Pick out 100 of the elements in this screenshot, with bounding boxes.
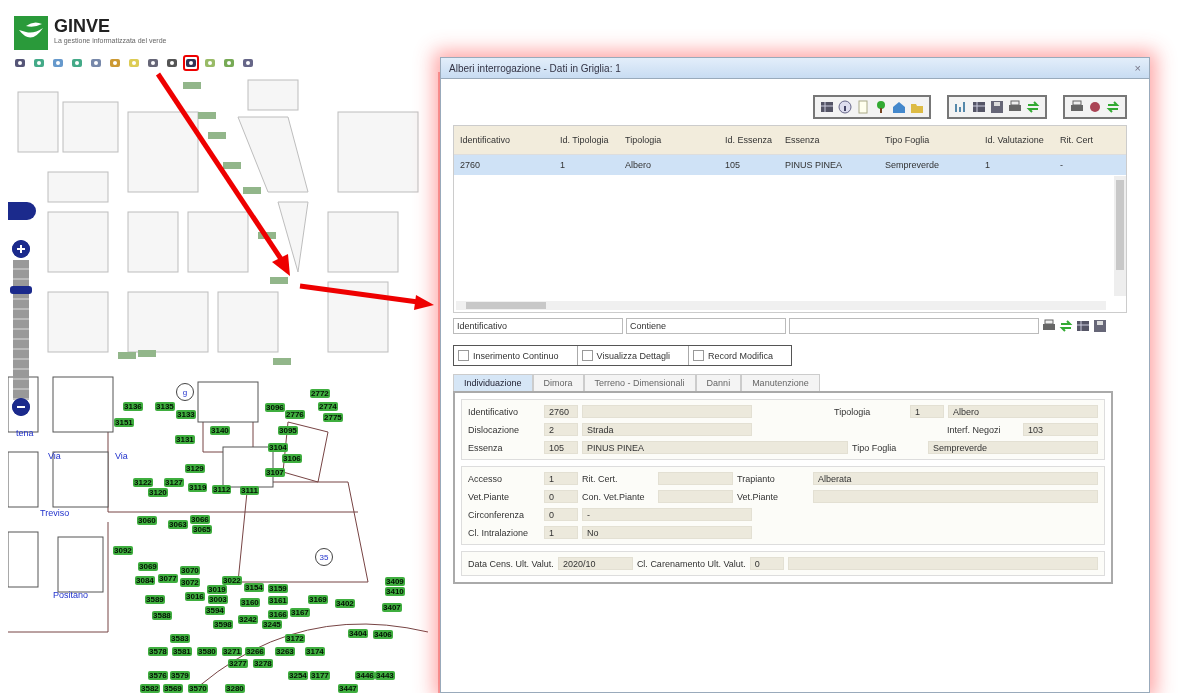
print-icon[interactable] [1070,100,1084,114]
tree-label[interactable]: 3570 [188,684,208,693]
tree-label[interactable]: 3581 [172,647,192,656]
tree-label[interactable]: 3278 [253,659,273,668]
tree-label[interactable]: 3406 [373,630,393,639]
tree-label[interactable]: 3245 [262,620,282,629]
form-field[interactable]: 2760 [544,405,578,418]
tree-label[interactable]: 3069 [138,562,158,571]
form-field[interactable]: 0 [544,508,578,521]
tree-label[interactable]: 3154 [244,583,264,592]
form-field[interactable]: 1 [910,405,944,418]
tree-label[interactable]: 3172 [285,634,305,643]
tree-label[interactable]: 3159 [268,584,288,593]
swap-icon[interactable] [1026,100,1040,114]
column-header[interactable]: Id. Tipologia [558,135,623,145]
tree-label[interactable]: 3174 [305,647,325,656]
tree-label[interactable]: 3133 [176,410,196,419]
filter-field-select[interactable]: Identificativo [453,318,623,334]
tree-label[interactable]: 3588 [152,611,172,620]
tree-label[interactable]: 3580 [197,647,217,656]
tree-label[interactable]: 2775 [323,413,343,422]
form-field[interactable]: 1 [544,526,578,539]
column-header[interactable]: Essenza [783,135,883,145]
tree-label[interactable]: 3127 [164,478,184,487]
form-field[interactable]: No [582,526,752,539]
tree-label[interactable]: 3019 [207,585,227,594]
table-icon[interactable] [1076,319,1090,333]
table-icon[interactable] [820,100,834,114]
tree-label[interactable]: 2776 [285,410,305,419]
form-field[interactable]: Albero [948,405,1098,418]
tree-label[interactable]: 3409 [385,577,405,586]
tree-label[interactable]: 3016 [185,592,205,601]
tree-label[interactable]: 3119 [188,483,208,492]
checkbox[interactable] [458,350,469,361]
column-header[interactable]: Tipo Foglia [883,135,983,145]
tree-label[interactable]: 3151 [114,418,134,427]
tree-label[interactable]: 3404 [348,629,368,638]
tree-label[interactable]: 3140 [210,426,230,435]
scrollbar[interactable] [456,301,1106,310]
tree-label[interactable]: 3122 [133,478,153,487]
tree-label[interactable]: 3107 [265,468,285,477]
table-icon[interactable] [972,100,986,114]
tree-label[interactable]: 3066 [190,515,210,524]
save-icon[interactable] [990,100,1004,114]
tree-label[interactable]: 3598 [213,620,233,629]
tree-label[interactable]: 3063 [168,520,188,529]
zoom-in-icon[interactable] [12,240,30,258]
tree-label[interactable]: 3136 [123,402,143,411]
zoom-slider[interactable] [13,260,29,400]
form-field[interactable] [658,490,733,503]
tree-label[interactable]: 3129 [185,464,205,473]
tree-label[interactable]: 3254 [288,671,308,680]
tab[interactable]: Terreno - Dimensionali [583,374,696,391]
filter-input[interactable] [789,318,1039,334]
circle-icon[interactable] [1088,100,1102,114]
form-field[interactable]: 2020/10 [557,557,633,570]
tree-label[interactable]: 3131 [175,435,195,444]
tree-label[interactable]: 3266 [245,647,265,656]
tree-label[interactable]: 3410 [385,587,405,596]
tree-label[interactable]: 3135 [155,402,175,411]
tree-label[interactable]: 3111 [240,486,259,495]
tree-label[interactable]: 3095 [278,426,298,435]
house-icon[interactable] [892,100,906,114]
info-icon[interactable] [838,100,852,114]
tree-label[interactable]: 3070 [180,566,200,575]
tree-label[interactable]: 3578 [148,647,168,656]
form-field[interactable] [582,405,752,418]
checkbox[interactable] [581,350,593,361]
tree-label[interactable]: 3177 [310,671,330,680]
tab[interactable]: Individuazione [453,374,533,391]
tree-label[interactable]: 3447 [338,684,358,693]
tree-label[interactable]: 3092 [113,546,133,555]
form-field[interactable] [813,490,1098,503]
form-field[interactable]: 2 [544,423,578,436]
tree-label[interactable]: 3106 [282,454,302,463]
tree-label[interactable]: 3569 [163,684,183,693]
column-header[interactable]: Id. Valutazione [983,135,1058,145]
form-field[interactable]: Strada [582,423,752,436]
close-button[interactable]: × [1134,62,1141,74]
checkbox[interactable] [692,350,704,361]
tree-label[interactable]: 3060 [137,516,157,525]
tree-label[interactable]: 3263 [275,647,295,656]
form-field[interactable]: 105 [544,441,578,454]
tree-label[interactable]: 3582 [140,684,160,693]
tree-label[interactable]: 3003 [208,595,228,604]
tree-label[interactable]: 3166 [268,610,288,619]
form-field[interactable]: 1 [544,472,578,485]
tree-label[interactable]: 3161 [268,596,288,605]
print-icon[interactable] [1008,100,1022,114]
tab[interactable]: Danni [695,374,742,391]
scrollbar[interactable] [1114,176,1126,296]
zoom-thumb[interactable] [10,286,32,295]
swap-icon[interactable] [1059,319,1073,333]
tab[interactable]: Manutenzione [741,374,820,391]
save-icon[interactable] [1093,319,1107,333]
form-field[interactable]: 103 [1023,423,1098,436]
tree-label[interactable]: 3583 [170,634,190,643]
tree-label[interactable]: 3096 [265,403,285,412]
tree-label[interactable]: 3120 [148,488,168,497]
tab[interactable]: Dimora [532,374,584,391]
